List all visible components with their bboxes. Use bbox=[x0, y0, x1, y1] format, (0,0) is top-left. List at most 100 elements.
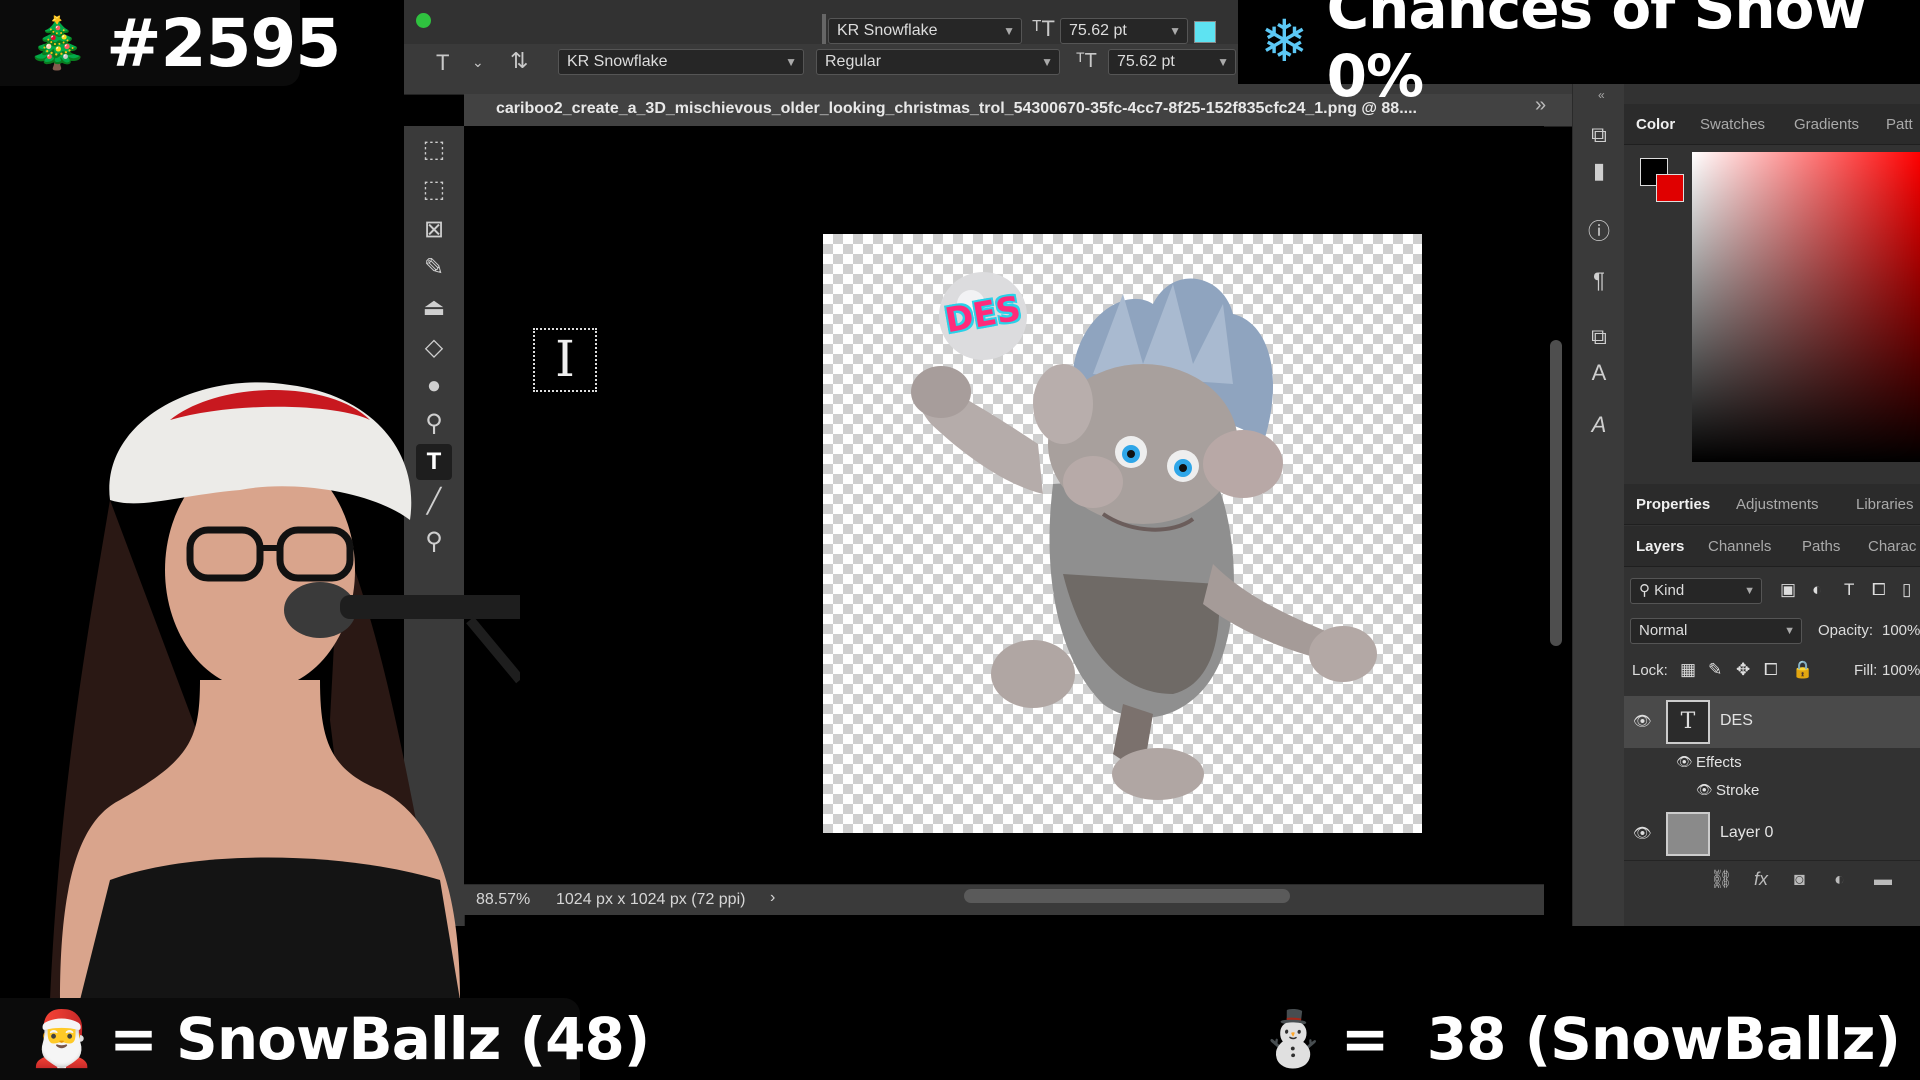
font-size-value: 75.62 pt bbox=[1117, 53, 1175, 70]
text-color-swatch[interactable] bbox=[1194, 21, 1216, 43]
bar-divider bbox=[822, 14, 826, 46]
santa-emoji-icon: 🎅 bbox=[28, 1009, 96, 1069]
document-canvas[interactable]: DES bbox=[823, 234, 1422, 833]
stream-counter-badge: 🎄 #2595 bbox=[0, 0, 341, 86]
color-panel-tabs: Color Swatches Gradients Patt bbox=[1624, 104, 1920, 145]
chevron-down-icon[interactable]: ⌄ bbox=[472, 54, 484, 71]
window-zoom-button[interactable] bbox=[416, 13, 431, 28]
link-layers-icon[interactable]: ⛓ bbox=[1710, 869, 1733, 890]
clone-source-icon[interactable]: ⧉ bbox=[1587, 324, 1611, 350]
info-icon[interactable]: ⓘ bbox=[1587, 214, 1611, 246]
lock-image-pixels-icon[interactable]: ✎ bbox=[1708, 660, 1722, 680]
tab-color[interactable]: Color bbox=[1636, 116, 1675, 133]
christmas-tree-icon: 🎄 bbox=[26, 15, 89, 71]
filter-smart-objects-icon[interactable]: ▯ bbox=[1902, 580, 1911, 600]
font-style-dropdown[interactable]: Regular ▼ bbox=[816, 49, 1060, 75]
text-cursor-icon: I bbox=[533, 328, 597, 392]
layers-panel-tabs: Layers Channels Paths Charac bbox=[1624, 526, 1920, 567]
document-info[interactable]: 1024 px x 1024 px (72 ppi) bbox=[556, 891, 745, 909]
font-style-value: Regular bbox=[825, 53, 882, 70]
font-size-dropdown-top[interactable]: 75.62 pt ▼ bbox=[1060, 18, 1188, 44]
layer-effects-row[interactable]: 👁 Effects bbox=[1624, 750, 1920, 778]
lock-label: Lock: bbox=[1632, 662, 1668, 679]
tab-patterns[interactable]: Patt bbox=[1886, 116, 1913, 133]
filter-shape-layers-icon[interactable]: ⧠ bbox=[1872, 580, 1886, 600]
tab-gradients[interactable]: Gradients bbox=[1794, 116, 1859, 133]
glyphs-icon[interactable]: A bbox=[1587, 412, 1611, 438]
marquee-tool-icon[interactable]: ⬚ bbox=[416, 132, 452, 168]
font-family-value: KR Snowflake bbox=[837, 22, 938, 39]
search-icon: ⚲ bbox=[1639, 582, 1650, 599]
fx-icon[interactable]: fx bbox=[1754, 869, 1768, 890]
fill-value[interactable]: 100% bbox=[1882, 662, 1920, 679]
type-tool-preset-icon[interactable]: T bbox=[436, 50, 449, 76]
vertical-scrollbar[interactable] bbox=[1550, 340, 1562, 646]
add-mask-icon[interactable]: ◙ bbox=[1794, 869, 1805, 890]
layer-name: DES bbox=[1720, 712, 1753, 729]
eraser-tool-icon[interactable]: ◇ bbox=[416, 330, 452, 366]
layer-name: Layer 0 bbox=[1720, 824, 1774, 841]
layer-row-layer-0[interactable]: 👁 Layer 0 bbox=[1624, 808, 1920, 860]
character-styles-icon[interactable]: A bbox=[1587, 360, 1611, 386]
healing-brush-tool-icon[interactable]: ✎ bbox=[416, 250, 452, 286]
chevron-down-icon: ▼ bbox=[1217, 55, 1229, 69]
filter-adjustment-layers-icon[interactable]: ◐ bbox=[1812, 580, 1822, 600]
snowballz-right-badge: ⛄ = 38 (SnowBallz) bbox=[1259, 998, 1920, 1080]
tab-layers[interactable]: Layers bbox=[1636, 538, 1684, 555]
tab-character[interactable]: Charac bbox=[1868, 538, 1916, 555]
layer-row-des[interactable]: 👁 T DES bbox=[1624, 696, 1920, 748]
font-size-icon: ᵀT bbox=[1032, 16, 1055, 41]
snowflake-icon: ❄ bbox=[1260, 9, 1309, 74]
horizontal-scrollbar[interactable] bbox=[964, 889, 1290, 903]
tab-libraries[interactable]: Libraries bbox=[1856, 496, 1914, 513]
opacity-label: Opacity: bbox=[1818, 622, 1874, 639]
clone-stamp-tool-icon[interactable]: ⏏ bbox=[416, 290, 452, 326]
visibility-eye-icon[interactable]: 👁 bbox=[1633, 712, 1652, 730]
toggle-text-orientation-icon[interactable]: ⇅ bbox=[510, 48, 528, 74]
font-size-value: 75.62 pt bbox=[1069, 22, 1127, 39]
filter-pixel-layers-icon[interactable]: ▣ bbox=[1780, 580, 1796, 600]
tab-swatches[interactable]: Swatches bbox=[1700, 116, 1765, 133]
font-size-dropdown[interactable]: 75.62 pt ▼ bbox=[1108, 49, 1236, 75]
history-icon[interactable]: ⧉ bbox=[1587, 122, 1611, 148]
opacity-value[interactable]: 100% bbox=[1882, 622, 1920, 639]
chevron-down-icon: ▼ bbox=[785, 55, 797, 69]
counter-label: #2595 bbox=[106, 4, 341, 82]
font-family-dropdown[interactable]: KR Snowflake ▼ bbox=[558, 49, 804, 75]
adjustment-layer-icon[interactable]: ◐ bbox=[1834, 869, 1845, 890]
visibility-eye-icon[interactable]: 👁 bbox=[1676, 754, 1693, 770]
layer-stroke-effect-row[interactable]: 👁 Stroke bbox=[1624, 778, 1920, 806]
snowman-emoji-icon: ⛄ bbox=[1259, 1009, 1327, 1069]
effects-label: Effects bbox=[1696, 754, 1742, 771]
frame-tool-icon[interactable]: ⊠ bbox=[416, 212, 452, 248]
lock-transparent-pixels-icon[interactable]: ▦ bbox=[1680, 660, 1696, 680]
tab-properties[interactable]: Properties bbox=[1636, 496, 1710, 513]
chevron-down-icon: ▼ bbox=[1003, 24, 1015, 38]
streamer-silhouette bbox=[50, 382, 560, 1000]
properties-panel-tabs: Properties Adjustments Libraries bbox=[1624, 484, 1920, 525]
blend-mode-dropdown[interactable]: Normal ▼ bbox=[1630, 618, 1802, 644]
tab-channels[interactable]: Channels bbox=[1708, 538, 1771, 555]
filter-kind-value: Kind bbox=[1654, 582, 1685, 599]
chevron-down-icon: ▼ bbox=[1744, 585, 1755, 597]
visibility-eye-icon[interactable]: 👁 bbox=[1696, 782, 1713, 798]
comments-icon[interactable]: ▮ bbox=[1587, 158, 1611, 184]
background-color-swatch[interactable] bbox=[1656, 174, 1684, 202]
visibility-eye-icon[interactable]: 👁 bbox=[1633, 824, 1652, 842]
tab-paths[interactable]: Paths bbox=[1802, 538, 1840, 555]
snowballz-left-badge: 🎅 = SnowBallz (48) bbox=[0, 998, 650, 1080]
lock-position-icon[interactable]: ✥ bbox=[1736, 660, 1750, 680]
color-picker-field[interactable] bbox=[1692, 152, 1920, 462]
tab-adjustments[interactable]: Adjustments bbox=[1736, 496, 1819, 513]
object-selection-tool-icon[interactable]: ⬚ bbox=[416, 172, 452, 208]
font-family-value: KR Snowflake bbox=[567, 53, 668, 70]
chevron-down-icon: ▼ bbox=[1784, 625, 1795, 637]
lock-artboard-icon[interactable]: ⧠ bbox=[1764, 660, 1778, 680]
new-group-icon[interactable]: ▬ bbox=[1874, 869, 1892, 890]
paragraph-icon[interactable]: ¶ bbox=[1587, 268, 1611, 294]
lock-all-icon[interactable]: 🔒 bbox=[1792, 660, 1813, 680]
font-family-dropdown-top[interactable]: KR Snowflake ▼ bbox=[828, 18, 1022, 44]
filter-type-layers-icon[interactable]: T bbox=[1844, 580, 1854, 600]
chevron-right-icon[interactable]: › bbox=[770, 889, 775, 907]
layer-filter-kind-dropdown[interactable]: ⚲ Kind ▼ bbox=[1630, 578, 1762, 604]
